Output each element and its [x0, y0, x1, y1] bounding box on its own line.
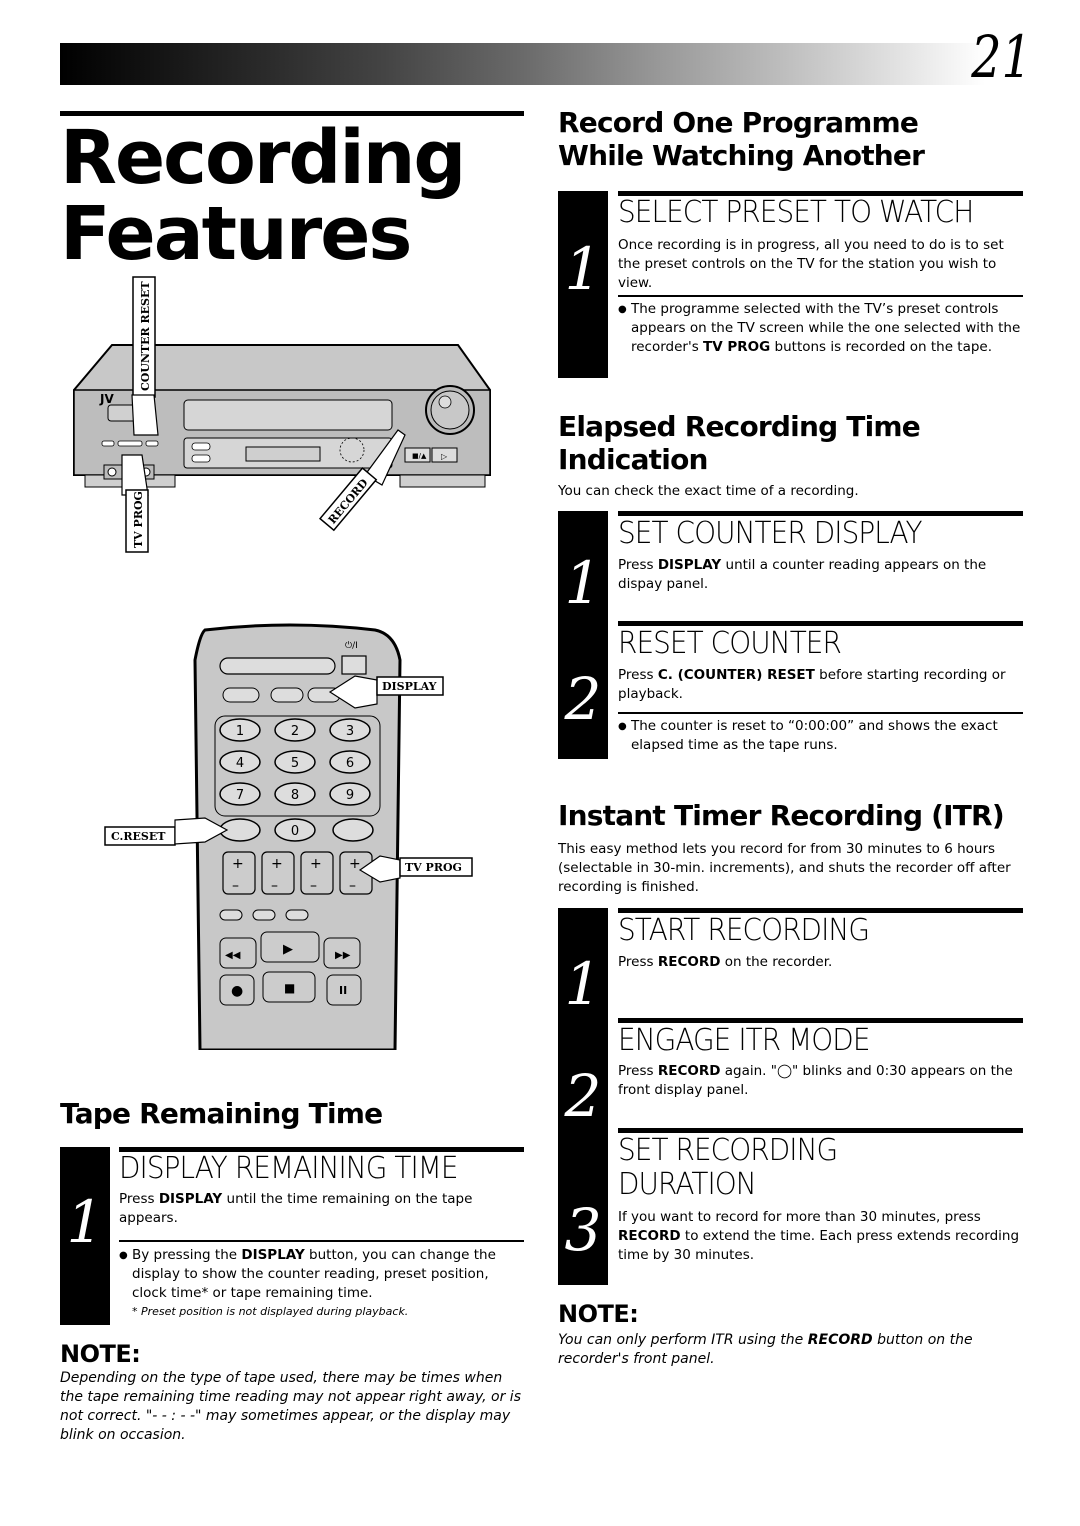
step-block-elapsed: 1 2: [558, 511, 608, 759]
keypad-label: 8: [291, 788, 299, 803]
svg-text:–: –: [232, 878, 239, 894]
heading-line1: Record One Programme: [558, 106, 919, 139]
step-number: 1: [564, 235, 602, 303]
note-heading-itr: NOTE:: [558, 1300, 639, 1328]
header-gradient-bar: [60, 43, 985, 85]
vcr-brand-logo: JV: [99, 392, 114, 406]
play-icon: ▶: [283, 942, 293, 957]
keypad-label: 6: [346, 756, 354, 771]
step-number: 1: [66, 1188, 104, 1256]
step-divider: [618, 295, 1023, 297]
page-title: Recording Features: [60, 115, 466, 277]
record-label: RECORD: [326, 476, 371, 526]
step-text: Once recording is in progress, all you n…: [618, 237, 1004, 291]
step-bullet: By pressing the DISPLAY button, you can …: [119, 1246, 524, 1303]
step-title-start-recording: START RECORDING: [618, 913, 870, 948]
svg-text:■/▲: ■/▲: [412, 452, 427, 460]
power-button: [341, 655, 367, 675]
step-title-display-remaining: DISPLAY REMAINING TIME: [119, 1151, 459, 1186]
rewind-icon: ◀◀: [225, 950, 241, 961]
keypad-label: 9: [346, 788, 354, 803]
hand-pointer-icon: [131, 394, 159, 436]
step-title-engage-itr: ENGAGE ITR MODE: [618, 1023, 870, 1058]
keypad-label: 2: [291, 724, 299, 739]
tv-prog-callout: TV PROG: [121, 454, 149, 553]
fast-forward-icon: ▶▶: [335, 950, 351, 961]
step-title-set-duration: SET RECORDING DURATION: [618, 1133, 838, 1202]
elapsed-intro: You can check the exact time of a record…: [558, 483, 859, 499]
vcr-illustration: ■/▲ ▷ JV COUNTER RESET TV PROG RECORD: [73, 276, 491, 553]
step-text: If you want to record for more than 30 m…: [618, 1209, 1020, 1263]
itr-heading: Instant Timer Recording (ITR): [558, 799, 1005, 832]
page-title-line2: Features: [60, 191, 412, 277]
svg-text:–: –: [349, 878, 356, 894]
stop-icon: ■: [284, 981, 295, 995]
svg-text:+: +: [271, 856, 283, 872]
svg-text:–: –: [310, 878, 317, 894]
remote-illustration: ⏻/I 1 2 3 4 5 6 7 8 9 0 + – + – + – + – ▶ ◀◀ ▶▶ ● ■ I…: [104, 623, 473, 1050]
counter-reset-callout: COUNTER RESET: [131, 276, 159, 436]
svg-text:+: +: [349, 856, 361, 872]
step-block-record-one-1: 1: [558, 191, 608, 378]
record-one-heading: Record One Programme While Watching Anot…: [558, 106, 925, 172]
page-title-line1: Recording: [60, 115, 466, 201]
pause-icon: II: [339, 984, 347, 997]
c-reset-label: C.RESET: [111, 830, 166, 843]
keypad-label: 4: [236, 756, 244, 771]
heading-line2: Indication: [558, 443, 708, 476]
step-title-set-counter: SET COUNTER DISPLAY: [618, 516, 923, 551]
elapsed-heading: Elapsed Recording Time Indication: [558, 410, 921, 476]
step-divider: [618, 712, 1023, 714]
record-icon: ●: [231, 983, 243, 999]
display-label: DISPLAY: [382, 680, 437, 693]
step-number: 1: [564, 549, 602, 617]
step-divider: [119, 1240, 524, 1242]
heading-line2: While Watching Another: [558, 139, 925, 172]
tv-prog-remote-label: TV PROG: [405, 861, 462, 874]
svg-text:+: +: [310, 856, 322, 872]
tape-remaining-heading: Tape Remaining Time: [60, 1097, 383, 1130]
step-block-itr: 1 2 3: [558, 908, 608, 1285]
title-line1: SET RECORDING: [618, 1133, 838, 1168]
step-title-reset-counter: RESET COUNTER: [618, 626, 842, 661]
note-text-itr: You can only perform ITR using the RECOR…: [558, 1332, 973, 1367]
step-text: Press DISPLAY until a counter reading ap…: [618, 557, 987, 592]
tv-prog-remote-callout: TV PROG: [358, 855, 473, 883]
svg-text:–: –: [271, 878, 278, 894]
step-number: 1: [564, 950, 602, 1018]
note-heading-tape: NOTE:: [60, 1340, 141, 1368]
svg-text:▷: ▷: [441, 452, 448, 461]
page-number: 21: [971, 23, 1032, 91]
step-text: Press RECORD on the recorder.: [618, 954, 833, 970]
keypad-label: 0: [291, 824, 299, 839]
step-number: 2: [564, 1062, 602, 1130]
itr-intro: This easy method lets you record for fro…: [558, 841, 1011, 895]
step-text: Press DISPLAY until the time remaining o…: [119, 1191, 473, 1226]
step-block-tape-1: 1: [60, 1147, 110, 1325]
svg-text:+: +: [232, 856, 244, 872]
keypad-label: 5: [291, 756, 299, 771]
counter-reset-label: COUNTER RESET: [139, 281, 152, 391]
step-bullet: The counter is reset to “0:00:00” and sh…: [618, 717, 1023, 755]
step-text: Press RECORD again. "◯" blinks and 0:30 …: [618, 1063, 1013, 1098]
keypad-label: 1: [236, 724, 244, 739]
step-text: Press C. (COUNTER) RESET before starting…: [618, 667, 1006, 702]
note-text-tape: Depending on the type of tape used, ther…: [60, 1370, 521, 1443]
step-footnote: * Preset position is not displayed durin…: [132, 1305, 409, 1318]
heading-line1: Elapsed Recording Time: [558, 410, 921, 443]
keypad-label: 3: [346, 724, 354, 739]
power-icon: ⏻/I: [345, 640, 358, 651]
title-line2: DURATION: [618, 1167, 757, 1202]
step-number: 2: [564, 665, 602, 733]
tv-prog-label: TV PROG: [132, 491, 145, 548]
step-bullet: The programme selected with the TV’s pre…: [618, 300, 1023, 357]
step-number: 3: [564, 1196, 602, 1264]
step-title-select-preset: SELECT PRESET TO WATCH: [618, 195, 974, 230]
keypad-label: 7: [236, 788, 244, 803]
